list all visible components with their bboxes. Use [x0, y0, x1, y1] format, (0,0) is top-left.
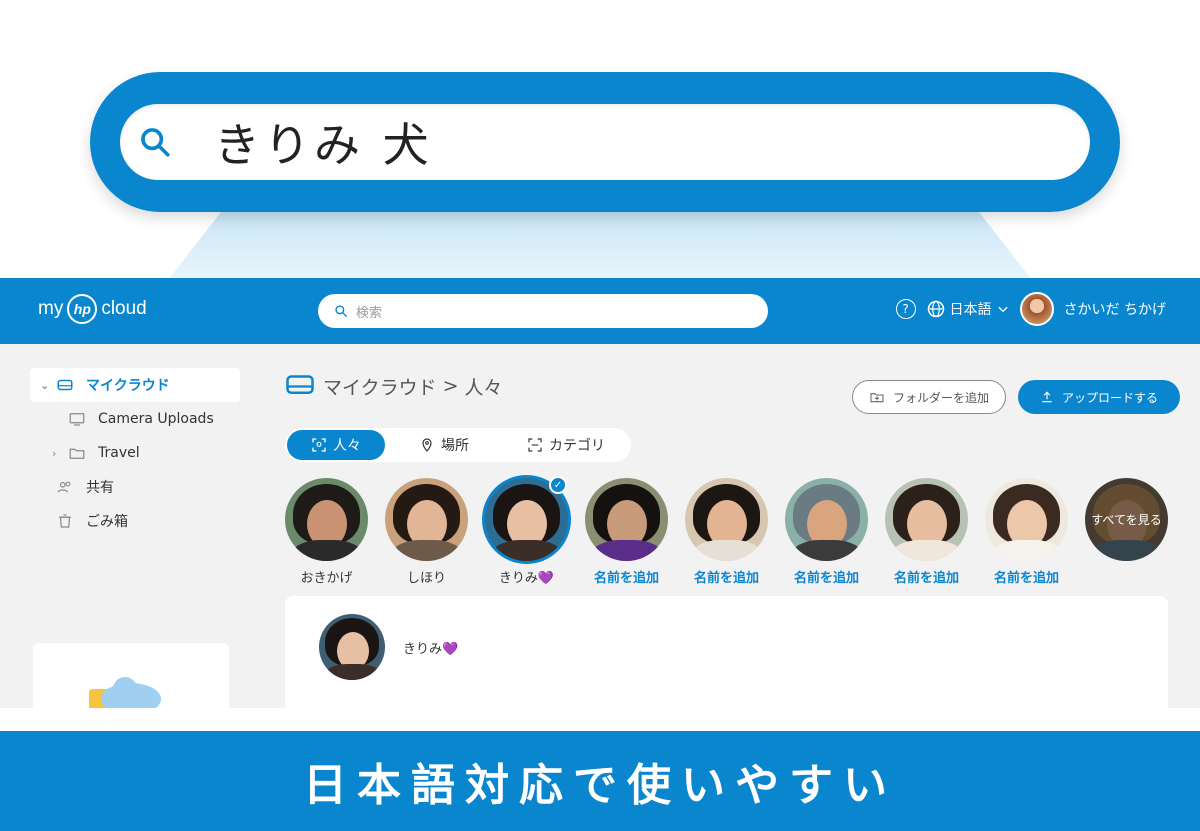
drive-icon [285, 369, 315, 404]
sidebar-item-camera-uploads[interactable]: Camera Uploads [30, 402, 240, 436]
sidebar: ⌄ マイクラウド Camera Uploads › Travel 共有 ごみ箱 [30, 368, 240, 538]
storage-promo-card [33, 643, 229, 708]
person-detail-panel: きりみ💜 [285, 596, 1168, 708]
promo-banner: 日本語対応で使いやすい [0, 731, 1200, 831]
check-icon: ✓ [549, 476, 567, 494]
trash-icon [54, 512, 76, 530]
tab-label: 場所 [441, 438, 469, 454]
main-content: マイクラウド > 人々 フォルダーを追加 アップロードする 人々 場所 カテゴリ… [285, 368, 1180, 708]
sidebar-item-label: Travel [98, 445, 140, 461]
zoom-search-query: きりみ 犬 [214, 118, 433, 172]
face-scan-icon [312, 438, 326, 452]
tab-bar: 人々 場所 カテゴリ [285, 428, 631, 462]
action-buttons: フォルダーを追加 アップロードする [851, 380, 1180, 414]
person-name: きりみ💜 [498, 571, 555, 586]
top-right-controls: ? 日本語 さかいだ ちかげ [895, 292, 1166, 326]
upload-icon [1042, 391, 1052, 403]
add-name-link[interactable]: 名前を追加 [585, 567, 668, 586]
sidebar-item-my-cloud[interactable]: ⌄ マイクラウド [30, 368, 240, 402]
zoom-beam [160, 200, 1040, 290]
upload-label: アップロードする [1061, 390, 1158, 405]
folder-plus-icon [870, 393, 884, 403]
sidebar-item-travel[interactable]: › Travel [30, 436, 240, 470]
add-name-link[interactable]: 名前を追加 [685, 567, 768, 586]
add-folder-button[interactable]: フォルダーを追加 [851, 380, 1006, 414]
add-folder-label: フォルダーを追加 [892, 390, 989, 405]
person-card[interactable]: 名前を追加 [885, 478, 968, 586]
avatar[interactable] [1019, 292, 1054, 326]
tab-people[interactable]: 人々 [287, 430, 385, 460]
search-input[interactable]: 検索 [318, 294, 768, 328]
person-card[interactable]: 名前を追加 [985, 478, 1068, 586]
people-row: おきかげ しほり ✓ きりみ💜 名前を追加 名前を追加 名前を追加 名前を追加 … [285, 476, 1168, 586]
hp-logo-icon: hp [67, 294, 98, 324]
chevron-right-icon[interactable]: › [52, 447, 66, 460]
person-card[interactable]: 名前を追加 [785, 478, 868, 586]
language-label: 日本語 [949, 302, 992, 318]
upload-button[interactable]: アップロードする [1017, 380, 1180, 414]
search-icon [141, 128, 170, 157]
person-card[interactable]: 名前を追加 [585, 478, 668, 586]
add-name-link[interactable]: 名前を追加 [985, 567, 1068, 586]
location-pin-icon [422, 438, 432, 452]
logo-cloud: cloud [101, 298, 147, 319]
add-name-link[interactable]: 名前を追加 [785, 567, 868, 586]
breadcrumb-root[interactable]: マイクラウド [323, 373, 437, 400]
tab-label: 人々 [333, 438, 361, 454]
person-card[interactable]: おきかげ [285, 478, 368, 586]
person-card[interactable]: しほり [385, 478, 468, 586]
see-all-button[interactable]: すべてを見る [1085, 478, 1168, 561]
language-selector[interactable]: 日本語 [926, 299, 1010, 319]
sidebar-item-label: ごみ箱 [86, 514, 128, 530]
person-photo[interactable] [585, 478, 668, 561]
banner-text: 日本語対応で使いやすい [303, 760, 897, 811]
person-photo[interactable] [385, 478, 468, 561]
person-name: おきかげ [300, 571, 353, 586]
add-name-link[interactable]: 名前を追加 [885, 567, 968, 586]
person-name: きりみ💜 [403, 642, 459, 657]
monitor-icon [66, 410, 88, 428]
user-name[interactable]: さかいだ ちかげ [1064, 299, 1166, 319]
sidebar-item-label: Camera Uploads [98, 411, 214, 427]
tab-label: カテゴリ [549, 438, 605, 454]
chevron-down-icon [998, 306, 1008, 313]
app-logo[interactable]: my hp cloud [38, 294, 147, 324]
sidebar-item-label: マイクラウド [86, 378, 170, 394]
person-photo[interactable] [785, 478, 868, 561]
help-icon[interactable]: ? [895, 299, 916, 319]
search-placeholder: 検索 [356, 305, 383, 321]
zoom-search-box[interactable]: きりみ 犬 [120, 104, 1090, 180]
sidebar-item-trash[interactable]: ごみ箱 [30, 504, 240, 538]
globe-icon [927, 300, 944, 318]
person-card[interactable]: 名前を追加 [685, 478, 768, 586]
breadcrumb-separator: > [442, 375, 459, 397]
logo-my: my [38, 298, 64, 319]
person-photo[interactable] [319, 614, 385, 680]
person-photo[interactable] [685, 478, 768, 561]
search-icon [335, 305, 347, 317]
sidebar-item-label: 共有 [86, 480, 114, 496]
person-photo[interactable] [885, 478, 968, 561]
folder-icon [66, 444, 88, 462]
person-photo[interactable]: すべてを見る [1085, 478, 1168, 561]
person-photo[interactable] [985, 478, 1068, 561]
breadcrumb-current: 人々 [464, 376, 503, 399]
people-icon [54, 478, 76, 496]
see-all-card[interactable]: すべてを見る [1085, 478, 1168, 586]
drive-icon [54, 376, 76, 394]
top-bar: my hp cloud 検索 ? 日本語 さかいだ ちかげ [0, 278, 1200, 344]
cloud-folder-icon [89, 677, 161, 708]
category-scan-icon [528, 438, 542, 452]
tab-categories[interactable]: カテゴリ [503, 430, 629, 460]
chevron-down-icon[interactable]: ⌄ [40, 379, 54, 392]
person-name: しほり [406, 571, 446, 586]
sidebar-item-shared[interactable]: 共有 [30, 470, 240, 504]
person-photo[interactable] [285, 478, 368, 561]
tab-places[interactable]: 場所 [395, 430, 493, 460]
app-window: my hp cloud 検索 ? 日本語 さかいだ ちかげ ⌄ マイクラウド C… [0, 278, 1200, 708]
person-card[interactable]: ✓ きりみ💜 [485, 476, 568, 586]
